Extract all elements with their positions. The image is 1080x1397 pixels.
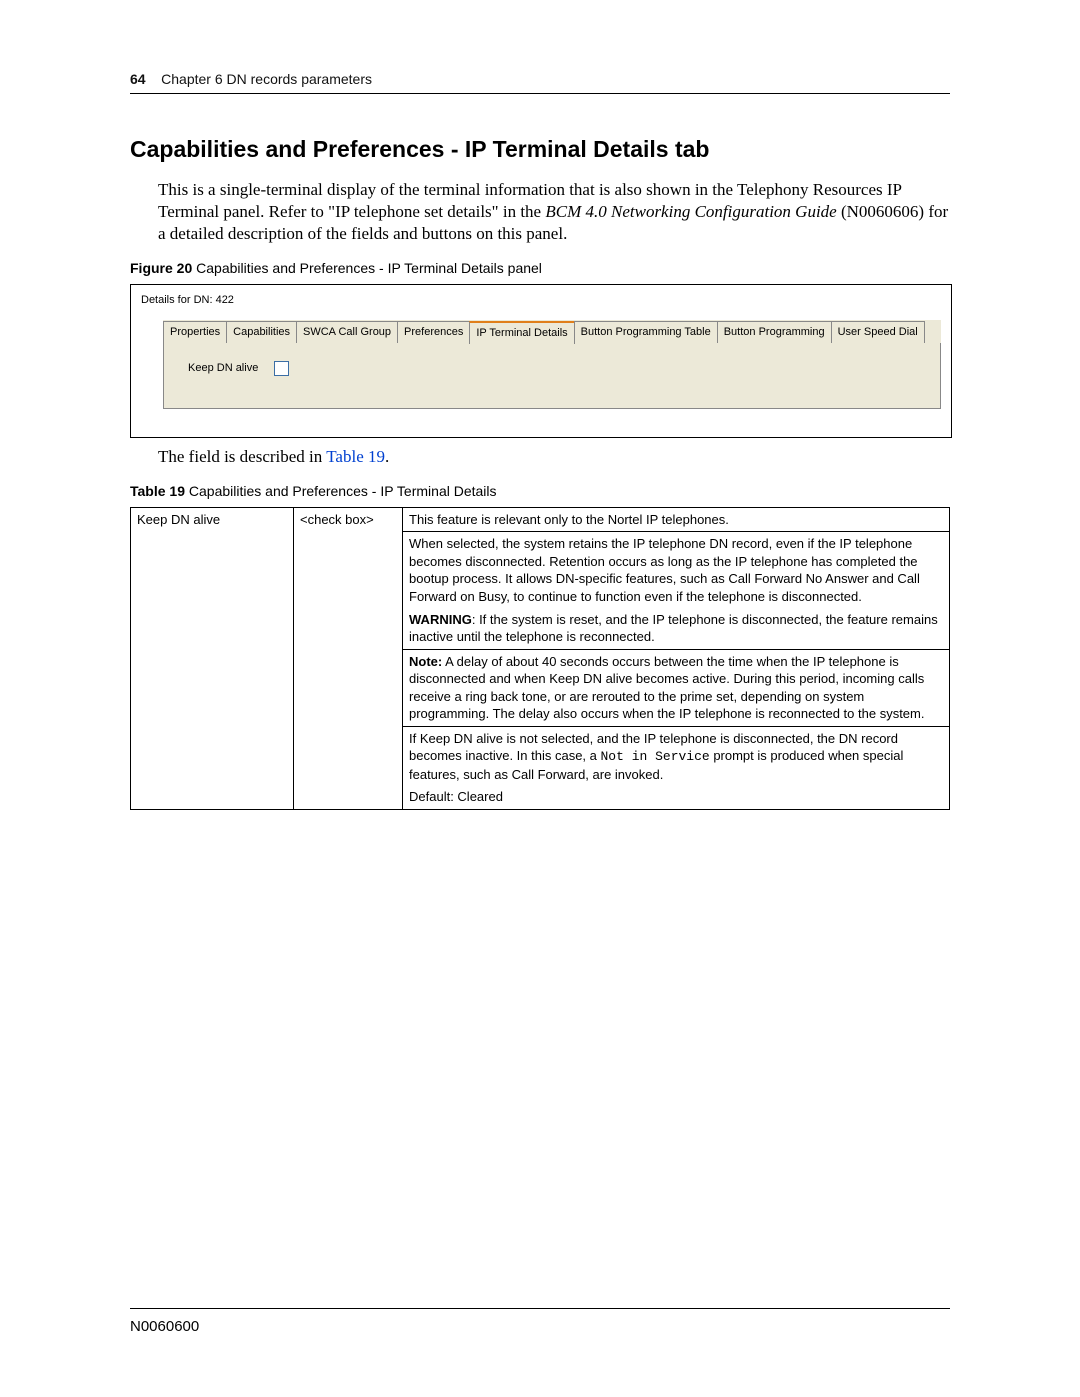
feature-desc-cell-2: When selected, the system retains the IP… <box>403 532 950 649</box>
tab-body: Keep DN alive <box>163 343 941 409</box>
chapter-title: Chapter 6 DN records parameters <box>161 71 372 87</box>
tab-button-programming-table[interactable]: Button Programming Table <box>574 321 718 343</box>
footer-docnum: N0060600 <box>130 1308 950 1337</box>
table-19-link[interactable]: Table 19 <box>326 447 385 466</box>
feature-desc-cell-1: This feature is relevant only to the Nor… <box>403 507 950 532</box>
tab-strip: Properties Capabilities SWCA Call Group … <box>163 320 941 343</box>
tab-swca-call-group[interactable]: SWCA Call Group <box>296 321 398 343</box>
cited-document-title: BCM 4.0 Networking Configuration Guide <box>545 202 836 221</box>
tab-properties[interactable]: Properties <box>163 321 227 343</box>
table-caption: Table 19 Capabilities and Preferences - … <box>130 482 950 501</box>
intro-paragraph: This is a single-terminal display of the… <box>158 179 950 245</box>
feature-type-cell: <check box> <box>294 507 403 809</box>
feature-table: Keep DN alive <check box> This feature i… <box>130 507 950 810</box>
tab-capabilities[interactable]: Capabilities <box>226 321 297 343</box>
tab-preferences[interactable]: Preferences <box>397 321 470 343</box>
page-number: 64 <box>130 71 146 87</box>
keep-dn-alive-label: Keep DN alive <box>188 361 258 376</box>
running-header: 64 Chapter 6 DN records parameters <box>130 70 950 94</box>
tab-user-speed-dial[interactable]: User Speed Dial <box>831 321 925 343</box>
feature-desc-cell-4: If Keep DN alive is not selected, and th… <box>403 726 950 809</box>
feature-desc-cell-3: Note: A delay of about 40 seconds occurs… <box>403 649 950 726</box>
tab-ip-terminal-details[interactable]: IP Terminal Details <box>469 321 574 344</box>
tab-button-programming[interactable]: Button Programming <box>717 321 832 343</box>
section-heading: Capabilities and Preferences - IP Termin… <box>130 134 950 165</box>
figure-panel: Details for DN: 422 Properties Capabilit… <box>130 284 952 438</box>
table-row: Keep DN alive <check box> This feature i… <box>131 507 950 532</box>
figure-caption: Figure 20 Capabilities and Preferences -… <box>130 259 950 278</box>
post-figure-paragraph: The field is described in Table 19. <box>158 446 950 468</box>
feature-name-cell: Keep DN alive <box>131 507 294 809</box>
panel-title: Details for DN: 422 <box>141 293 941 314</box>
keep-dn-alive-checkbox[interactable] <box>274 361 289 376</box>
